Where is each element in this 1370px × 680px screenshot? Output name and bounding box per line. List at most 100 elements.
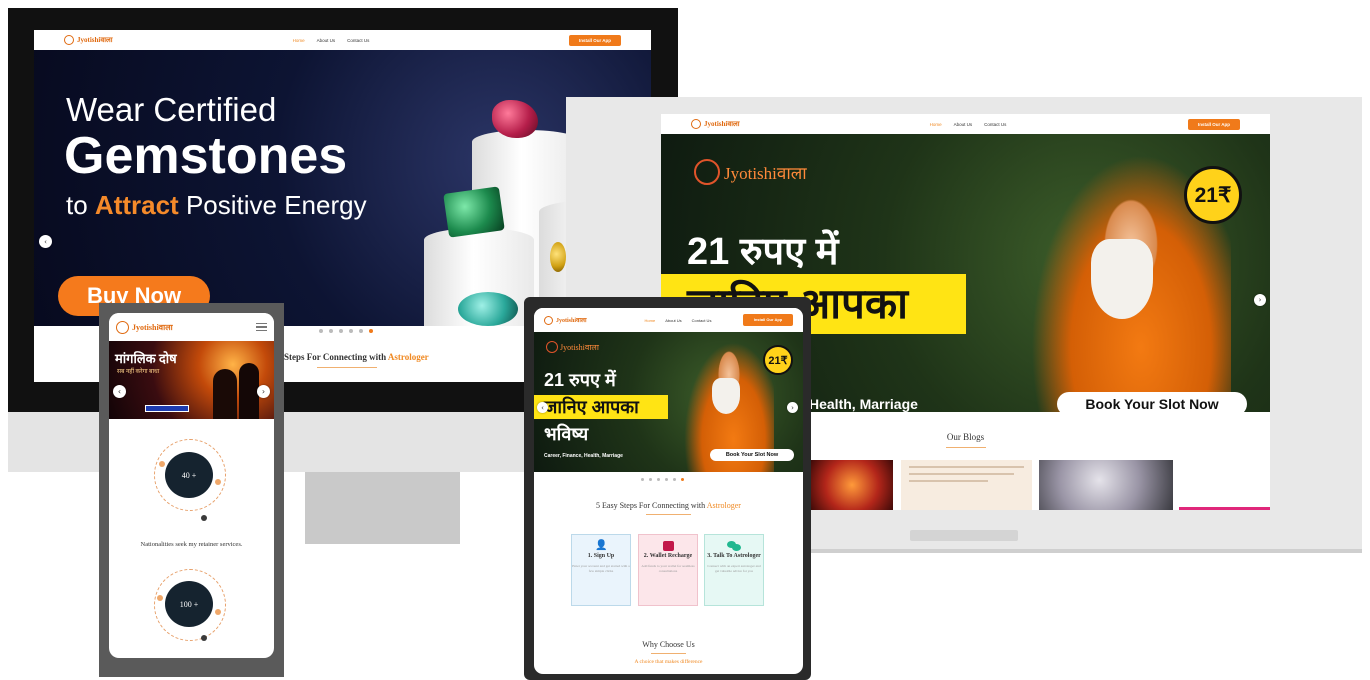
- nav-home-link[interactable]: Home: [293, 38, 305, 43]
- carousel-dot[interactable]: [649, 478, 652, 481]
- nav-about-link[interactable]: About Us: [954, 122, 973, 127]
- nav-about-link[interactable]: About Us: [317, 38, 336, 43]
- carousel-next-button[interactable]: ›: [787, 402, 798, 413]
- site-logo[interactable]: Jyotishiवाला: [64, 35, 113, 45]
- carousel-dot[interactable]: [329, 329, 333, 333]
- orbit-dot: [157, 595, 163, 601]
- logo-emblem-icon: [544, 315, 553, 325]
- orbit-dot: [215, 609, 221, 615]
- heading-underline: [317, 367, 377, 368]
- carousel-dot-active[interactable]: [369, 329, 373, 333]
- logo-emblem-icon: [64, 35, 74, 45]
- carousel-prev-button[interactable]: ‹: [39, 235, 52, 248]
- nav-contact-link[interactable]: Contact Us: [984, 122, 1006, 127]
- tablet-screen: Jyotishiवाला Home About Us Contact Us In…: [534, 308, 803, 674]
- blog-card-image[interactable]: [1039, 460, 1173, 510]
- monitor-2-nav-links: Home About Us Contact Us: [930, 122, 1007, 127]
- blog-text-line: [909, 466, 1024, 468]
- carousel-dot[interactable]: [349, 329, 353, 333]
- orbit-dot: [201, 635, 207, 641]
- phone-navbar: Jyotishiवाला: [109, 313, 274, 341]
- hamburger-menu-icon[interactable]: [256, 321, 267, 334]
- carousel-prev-button[interactable]: ‹: [113, 385, 126, 398]
- chat-bubbles-icon: [727, 541, 741, 551]
- orbit-dot: [215, 479, 221, 485]
- emerald-gem-icon: [443, 186, 505, 238]
- install-app-button[interactable]: Install Our App: [569, 34, 621, 46]
- nav-home-link[interactable]: Home: [930, 122, 942, 127]
- hero-line-2-highlight: जानिए आपका: [534, 395, 668, 419]
- carousel-next-button[interactable]: ›: [1254, 294, 1266, 306]
- logo-emblem-icon: [694, 159, 720, 185]
- banner-title: मांगलिक दोष: [115, 351, 177, 366]
- user-plus-icon: 👤: [595, 540, 608, 551]
- tablet-hero-banner: Jyotishiवाला 21₹ 21 रुपए में जानिए आपका …: [534, 332, 803, 472]
- why-choose-subheading: A choice that makes difference: [634, 659, 703, 665]
- sage-beard: [712, 378, 740, 414]
- banner-cta-button[interactable]: [145, 405, 189, 412]
- desktop-steps-heading: Steps For Connecting with Astrologer: [284, 352, 429, 362]
- orbit-dot: [201, 515, 207, 521]
- install-app-button[interactable]: Install Our App: [743, 314, 793, 326]
- carousel-dot[interactable]: [641, 478, 644, 481]
- stat-counter: 100 +: [165, 581, 213, 627]
- nav-home-link[interactable]: Home: [645, 318, 656, 323]
- site-logo[interactable]: Jyotishiवाला: [544, 315, 587, 325]
- step-card-talk[interactable]: 3. Talk To Astrologer Connect with an ex…: [704, 534, 764, 606]
- logo-emblem-icon: [546, 341, 558, 353]
- carousel-dot[interactable]: [673, 478, 676, 481]
- carousel-dot-active[interactable]: [681, 478, 684, 481]
- couple-silhouette: [213, 369, 237, 419]
- price-badge: 21₹: [763, 345, 793, 375]
- carousel-dots: [319, 329, 373, 333]
- carousel-prev-button[interactable]: ‹: [537, 402, 548, 413]
- book-slot-button[interactable]: Book Your Slot Now: [1057, 392, 1247, 412]
- carousel-dot[interactable]: [319, 329, 323, 333]
- hero-line-3: to Attract Positive Energy: [66, 190, 367, 220]
- hero-tags: Career, Finance, Health, Marriage: [544, 453, 623, 459]
- blog-card-image[interactable]: [811, 460, 893, 510]
- site-logo[interactable]: Jyotishiवाला: [116, 320, 173, 334]
- monitor-2-navbar: Jyotishiवाला Home About Us Contact Us In…: [661, 114, 1270, 134]
- logo-emblem-icon: [691, 119, 701, 129]
- step-card-sign-up[interactable]: 👤 1. Sign Up Enter your account and get …: [571, 534, 631, 606]
- carousel-dot[interactable]: [339, 329, 343, 333]
- stat-caption: Nationalities seek my retainer services.: [140, 541, 243, 548]
- pink-footer-strip: [1179, 507, 1270, 510]
- carousel-dots: [641, 478, 684, 481]
- hero-line-2: Gemstones: [64, 127, 348, 185]
- install-app-button[interactable]: Install Our App: [1188, 118, 1240, 130]
- blog-text-line: [909, 473, 1014, 475]
- hero-line-3: भविष्य: [544, 424, 589, 444]
- heading-underline: [646, 514, 691, 515]
- nav-about-link[interactable]: About Us: [665, 318, 681, 323]
- book-slot-button[interactable]: Book Your Slot Now: [710, 449, 794, 461]
- steps-heading: 5 Easy Steps For Connecting with Astrolo…: [596, 501, 741, 510]
- carousel-next-button[interactable]: ›: [257, 385, 270, 398]
- hero-line-1: 21 रुपए में: [687, 231, 839, 273]
- site-logo[interactable]: Jyotishiवाला: [691, 119, 740, 129]
- turquoise-gem-icon: [458, 292, 518, 326]
- hero-line-1: 21 रुपए में: [544, 370, 616, 390]
- hero-logo: Jyotishiवाला: [694, 159, 807, 185]
- tablet-nav-links: Home About Us Contact Us: [645, 318, 712, 323]
- orbit-dot: [159, 461, 165, 467]
- banner-subtitle: सब नहीं करेगा बाधा: [117, 369, 160, 375]
- carousel-dot[interactable]: [657, 478, 660, 481]
- ruby-gem-icon: [492, 100, 538, 138]
- hero-line-1: Wear Certified: [66, 91, 277, 128]
- hero-tags: Health, Marriage: [809, 396, 918, 412]
- desktop-monitor-stand: [305, 472, 460, 544]
- heading-underline: [651, 653, 686, 654]
- carousel-dot[interactable]: [359, 329, 363, 333]
- blog-text-line: [909, 480, 988, 482]
- hero-logo: Jyotishiवाला: [546, 341, 599, 353]
- blog-card[interactable]: [901, 460, 1032, 510]
- step-card-wallet[interactable]: 2. Wallet Recharge Add funds to your wal…: [638, 534, 698, 606]
- manglik-dosh-banner: मांगलिक दोष सब नहीं करेगा बाधा ‹ ›: [109, 341, 274, 419]
- heading-underline: [946, 447, 986, 448]
- nav-contact-link[interactable]: Contact Us: [692, 318, 712, 323]
- desktop-navbar: Jyotishiवाला Home About Us Contact Us In…: [34, 30, 651, 50]
- carousel-dot[interactable]: [665, 478, 668, 481]
- nav-contact-link[interactable]: Contact Us: [347, 38, 369, 43]
